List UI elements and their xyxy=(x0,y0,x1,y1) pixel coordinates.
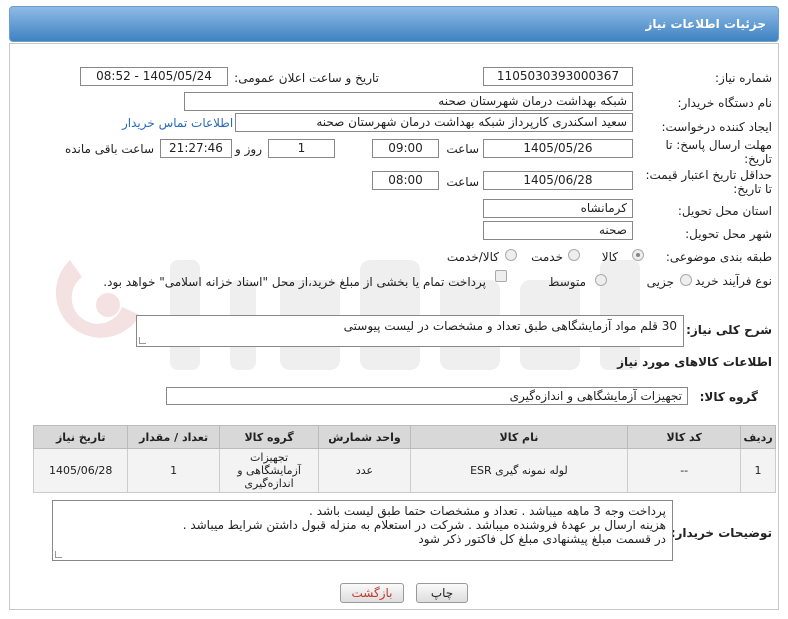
validity-label: حداقل تاریخ اعتبار قیمت: xyxy=(645,168,772,182)
days-field: 1 xyxy=(268,139,335,158)
treasury-payment-checkbox[interactable] xyxy=(495,270,507,282)
creator-field: سعید اسکندری کارپرداز شبکه بهداشت درمان … xyxy=(235,113,633,132)
city-field: صحنه xyxy=(483,221,633,240)
cell-code: -- xyxy=(627,448,742,493)
category-label: طبقه بندی موضوعی: xyxy=(665,250,772,264)
cell-name: لوله نمونه گیری ESR xyxy=(409,448,629,493)
notes-line-2: هزینه ارسال بر عهدهٔ فروشنده میباشد . شر… xyxy=(182,518,666,532)
days-label: روز و xyxy=(235,142,262,156)
process-radio-medium[interactable] xyxy=(595,274,607,286)
resize-grip[interactable] xyxy=(139,337,146,344)
category-radio-goods[interactable] xyxy=(632,249,644,261)
category-option-goods: کالا xyxy=(601,250,618,264)
print-button[interactable]: چاپ xyxy=(416,583,468,603)
items-table: ردیف کد کالا نام کالا واحد شمارش گروه کا… xyxy=(32,425,776,493)
notes-line-3: در قسمت مبلغ پیشنهادی مبلغ کل فاکتور ذکر… xyxy=(418,532,666,546)
col-date: تاریخ نیاز xyxy=(32,425,129,449)
summary-text: 30 قلم مواد آزمایشگاهی طبق تعداد و مشخصا… xyxy=(343,319,677,333)
deadline-label: مهلت ارسال پاسخ: تا xyxy=(665,138,772,152)
remaining-time-field: 21:27:46 xyxy=(160,139,232,158)
deadline-label-date: تاریخ: xyxy=(744,152,772,166)
col-row: ردیف xyxy=(740,425,776,449)
deadline-time-label: ساعت xyxy=(446,142,479,156)
cell-group: تجهیزات آزمایشگاهی و اندازه‌گیری xyxy=(218,448,320,493)
table-row[interactable]: 1 -- لوله نمونه گیری ESR عدد تجهیزات آزم… xyxy=(32,448,776,493)
cell-qty: 1 xyxy=(127,448,220,493)
summary-textarea[interactable]: 30 قلم مواد آزمایشگاهی طبق تعداد و مشخصا… xyxy=(136,315,684,347)
col-group: گروه کالا xyxy=(218,425,320,449)
notes-textarea[interactable]: پرداخت وجه 3 ماهه میباشد . تعداد و مشخصا… xyxy=(52,500,673,561)
col-qty: تعداد / مقدار xyxy=(127,425,220,449)
cell-date: 1405/06/28 xyxy=(32,448,129,493)
need-number-label: شماره نیاز: xyxy=(715,71,772,85)
buyer-contact-link[interactable]: اطلاعات تماس خریدار xyxy=(122,116,233,130)
category-option-goods-service: کالا/خدمت xyxy=(446,250,499,264)
cell-group-line1: تجهیزات xyxy=(250,451,289,464)
page-title: جزئیات اطلاعات نیاز xyxy=(645,17,766,31)
notes-line-1: پرداخت وجه 3 ماهه میباشد . تعداد و مشخصا… xyxy=(309,504,666,518)
need-number-field: 1105030393000367 xyxy=(483,67,633,86)
validity-time-field: 08:00 xyxy=(372,171,439,190)
deadline-date-field: 1405/05/26 xyxy=(483,139,633,158)
category-radio-service[interactable] xyxy=(568,249,580,261)
category-option-service: خدمت xyxy=(531,250,563,264)
notes-label: توضیحات خریدار: xyxy=(670,526,772,540)
page: جزئیات اطلاعات نیاز شماره نیاز: 11050303… xyxy=(0,0,788,619)
process-option-medium: متوسط xyxy=(548,275,586,289)
cell-group-line3: اندازه‌گیری xyxy=(244,477,294,490)
cell-row: 1 xyxy=(740,448,776,493)
goods-group-field: تجهیزات آزمایشگاهی و اندازه‌گیری xyxy=(166,387,688,405)
deadline-time-field: 09:00 xyxy=(372,139,439,158)
validity-time-label: ساعت xyxy=(446,175,479,189)
resize-grip[interactable] xyxy=(55,551,62,558)
announce-label: تاریخ و ساعت اعلان عمومی: xyxy=(234,71,379,85)
validity-date-field: 1405/06/28 xyxy=(483,171,633,190)
province-label: استان محل تحویل: xyxy=(677,204,772,218)
table-header-row: ردیف کد کالا نام کالا واحد شمارش گروه کا… xyxy=(32,425,776,449)
treasury-payment-note: پرداخت تمام یا بخشی از مبلغ خرید،از محل … xyxy=(103,275,486,289)
col-code: کد کالا xyxy=(627,425,742,449)
col-name: نام کالا xyxy=(409,425,629,449)
back-button[interactable]: بازگشت xyxy=(340,583,404,603)
process-label: نوع فرآیند خرید : xyxy=(687,274,772,288)
title-bar: جزئیات اطلاعات نیاز xyxy=(9,6,779,42)
buyer-org-label: نام دستگاه خریدار: xyxy=(677,96,773,110)
city-label: شهر محل تحویل: xyxy=(685,227,772,241)
goods-group-label: گروه کالا: xyxy=(699,390,758,404)
category-radio-goods-service[interactable] xyxy=(505,249,517,261)
remaining-label: ساعت باقی مانده xyxy=(64,142,154,156)
process-option-minor: جزیی xyxy=(646,275,674,289)
goods-section-title: اطلاعات کالاهای مورد نیاز xyxy=(617,355,772,369)
announce-field: 1405/05/24 - 08:52 xyxy=(80,67,228,86)
buyer-org-field: شبکه بهداشت درمان شهرستان صحنه xyxy=(184,92,633,111)
process-radio-minor[interactable] xyxy=(680,274,692,286)
validity-label-date: تا تاریخ: xyxy=(733,182,772,196)
col-unit: واحد شمارش xyxy=(318,425,411,449)
cell-unit: عدد xyxy=(318,448,411,493)
summary-label: شرح کلی نیاز: xyxy=(686,323,772,337)
province-field: کرمانشاه xyxy=(483,199,633,218)
cell-group-line2: آزمایشگاهی و xyxy=(237,464,301,477)
creator-label: ایجاد کننده درخواست: xyxy=(661,120,772,134)
